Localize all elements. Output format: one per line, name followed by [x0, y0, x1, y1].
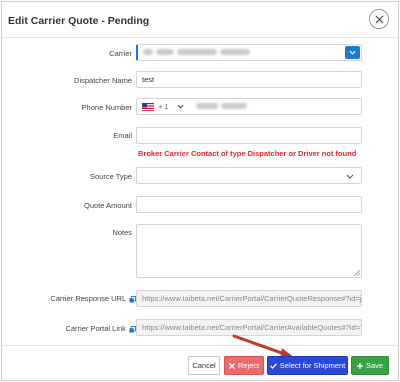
chevron-down-icon	[346, 174, 354, 179]
carrier-response-url-label: Carrier Response URL	[50, 294, 136, 303]
copy-icon[interactable]	[129, 325, 136, 333]
save-button[interactable]: Save	[351, 356, 389, 375]
carrier-portal-link-label-text: Carrier Portal Link	[65, 324, 126, 333]
plus-icon	[356, 362, 363, 369]
select-for-shipment-button[interactable]: Select for Shipment	[267, 356, 348, 375]
copy-icon[interactable]	[129, 295, 136, 303]
email-input[interactable]	[136, 127, 362, 144]
check-icon	[269, 362, 277, 369]
edit-carrier-quote-modal: Edit Carrier Quote - Pending Carrier Dis…	[1, 1, 399, 381]
x-icon	[228, 362, 235, 369]
modal-title: Edit Carrier Quote - Pending	[8, 15, 150, 27]
chevron-down-icon[interactable]	[177, 104, 184, 109]
dispatcher-name-label: Dispatcher Name	[74, 76, 132, 85]
notes-textarea[interactable]	[136, 224, 362, 278]
source-type-select[interactable]	[136, 167, 362, 184]
chevron-down-icon	[349, 50, 356, 55]
carrier-portal-link-label: Carrier Portal Link	[65, 324, 136, 333]
reject-button[interactable]: Reject	[224, 356, 264, 375]
phone-number-label: Phone Number	[81, 103, 132, 112]
phone-value-redacted	[195, 102, 250, 111]
carrier-select[interactable]	[136, 44, 362, 61]
notes-label: Notes	[112, 228, 132, 237]
carrier-response-url-label-text: Carrier Response URL	[50, 294, 126, 303]
close-icon	[374, 14, 384, 24]
select-for-shipment-label: Select for Shipment	[279, 361, 346, 370]
resize-icon[interactable]	[354, 270, 360, 276]
cancel-button[interactable]: Cancel	[188, 356, 220, 375]
carrier-dropdown-button[interactable]	[345, 46, 360, 59]
source-type-label: Source Type	[90, 172, 132, 181]
carrier-label: Carrier	[109, 49, 132, 58]
carrier-value-redacted	[143, 48, 253, 57]
modal-header: Edit Carrier Quote - Pending	[2, 2, 398, 38]
us-flag-icon	[142, 102, 154, 111]
quote-amount-input[interactable]	[136, 196, 362, 213]
close-button[interactable]	[369, 9, 389, 29]
email-error-message: Broker Carrier Contact of type Dispatche…	[138, 149, 357, 158]
phone-number-input[interactable]: + 1	[136, 98, 362, 115]
save-button-label: Save	[365, 361, 384, 370]
footer-divider	[2, 345, 398, 346]
quote-amount-label: Quote Amount	[84, 201, 132, 210]
dispatcher-name-input[interactable]: test	[136, 71, 362, 88]
phone-country-code: + 1	[158, 102, 169, 111]
reject-button-label: Reject	[237, 361, 260, 370]
carrier-response-url-input[interactable]: https://www.taibeta.net/CarrierPortal/Ca…	[136, 290, 362, 307]
email-label: Email	[113, 131, 132, 140]
